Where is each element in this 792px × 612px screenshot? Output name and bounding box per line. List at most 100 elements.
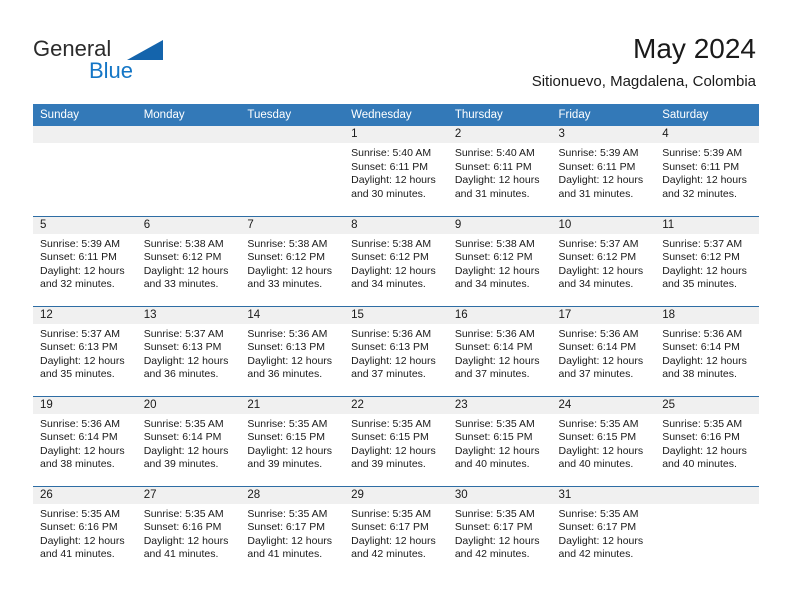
- calendar-day-cell[interactable]: 8 Sunrise: 5:38 AM Sunset: 6:12 PM Daylight…: [344, 215, 448, 306]
- calendar-day-cell[interactable]: 15 Sunrise: 5:36 AM Sunset: 6:13 PM Dayligh…: [344, 305, 448, 396]
- day-details: Sunrise: 5:37 AM Sunset: 6:13 PM Daylight:…: [137, 324, 241, 382]
- daylight-text-line2: and 39 minutes.: [143, 458, 219, 471]
- day-number: 9: [447, 216, 552, 234]
- calendar-day-cell[interactable]: 2 Sunrise: 5:40 AM Sunset: 6:11 PM Daylight…: [447, 126, 552, 216]
- sunrise-text: Sunrise: 5:35 AM: [143, 507, 224, 520]
- calendar-day-cell[interactable]: 5 Sunrise: 5:39 AM Sunset: 6:11 PM Daylight…: [33, 215, 137, 306]
- sunset-text: Sunset: 6:13 PM: [351, 341, 429, 354]
- day-details: Sunrise: 5:39 AM Sunset: 6:11 PM Daylight:…: [552, 143, 656, 201]
- daylight-text-line2: and 40 minutes.: [454, 458, 530, 471]
- sunset-text: Sunset: 6:12 PM: [143, 251, 222, 264]
- calendar-day-cell[interactable]: 31 Sunrise: 5:35 AM Sunset: 6:17 PM Dayligh…: [551, 485, 656, 576]
- daylight-text-line1: Daylight: 12 hours: [351, 534, 436, 547]
- daylight-text-line2: and 31 minutes.: [558, 187, 634, 200]
- calendar-day-cell-empty: [136, 126, 241, 216]
- sunrise-sunset-calendar: Sunday Monday Tuesday Wednesday Thursday…: [33, 104, 759, 576]
- daylight-text-line1: Daylight: 12 hours: [351, 264, 436, 277]
- calendar-day-cell[interactable]: 18 Sunrise: 5:36 AM Sunset: 6:14 PM Dayligh…: [655, 305, 759, 396]
- sunrise-text: Sunrise: 5:37 AM: [40, 327, 120, 340]
- day-number: 7: [240, 216, 345, 234]
- day-details: Sunrise: 5:36 AM Sunset: 6:13 PM Daylight:…: [344, 324, 448, 382]
- day-number: [655, 486, 759, 504]
- calendar-day-cell[interactable]: 26 Sunrise: 5:35 AM Sunset: 6:16 PM Dayligh…: [33, 485, 137, 576]
- calendar-day-cell[interactable]: 24 Sunrise: 5:35 AM Sunset: 6:15 PM Dayligh…: [551, 395, 656, 486]
- general-blue-logo[interactable]: General Blue: [33, 36, 233, 86]
- calendar-day-cell[interactable]: 30 Sunrise: 5:35 AM Sunset: 6:17 PM Dayligh…: [447, 485, 552, 576]
- calendar-day-cell[interactable]: 29 Sunrise: 5:35 AM Sunset: 6:17 PM Dayligh…: [344, 485, 448, 576]
- calendar-day-cell[interactable]: 11 Sunrise: 5:37 AM Sunset: 6:12 PM Dayligh…: [655, 215, 759, 306]
- calendar-day-cell[interactable]: 10 Sunrise: 5:37 AM Sunset: 6:12 PM Dayligh…: [551, 215, 656, 306]
- sunset-text: Sunset: 6:16 PM: [662, 431, 740, 444]
- day-number: 30: [447, 486, 552, 504]
- day-details: Sunrise: 5:35 AM Sunset: 6:15 PM Daylight:…: [448, 414, 552, 472]
- calendar-day-cell[interactable]: 22 Sunrise: 5:35 AM Sunset: 6:15 PM Dayligh…: [344, 395, 448, 486]
- day-details: Sunrise: 5:38 AM Sunset: 6:12 PM Daylight:…: [448, 234, 552, 292]
- calendar-day-cell[interactable]: 17 Sunrise: 5:36 AM Sunset: 6:14 PM Dayligh…: [551, 305, 656, 396]
- sunset-text: Sunset: 6:12 PM: [247, 251, 326, 264]
- calendar-day-cell[interactable]: 19 Sunrise: 5:36 AM Sunset: 6:14 PM Dayligh…: [33, 395, 137, 486]
- daylight-text-line2: and 37 minutes.: [351, 368, 426, 381]
- daylight-text-line1: Daylight: 12 hours: [143, 534, 229, 547]
- calendar-day-cell[interactable]: 25 Sunrise: 5:35 AM Sunset: 6:16 PM Dayligh…: [655, 395, 759, 486]
- calendar-day-cell[interactable]: 21 Sunrise: 5:35 AM Sunset: 6:15 PM Dayligh…: [240, 395, 345, 486]
- day-number: 21: [240, 396, 345, 414]
- sunrise-text: Sunrise: 5:38 AM: [351, 237, 432, 250]
- calendar-day-cell[interactable]: 27 Sunrise: 5:35 AM Sunset: 6:16 PM Dayligh…: [136, 485, 241, 576]
- calendar-day-cell[interactable]: 23 Sunrise: 5:35 AM Sunset: 6:15 PM Dayligh…: [447, 395, 552, 486]
- day-number: 10: [551, 216, 656, 234]
- sunset-text: Sunset: 6:16 PM: [40, 521, 118, 534]
- daylight-text-line2: and 41 minutes.: [247, 548, 323, 561]
- day-number: 28: [240, 486, 345, 504]
- sunset-text: Sunset: 6:11 PM: [558, 160, 636, 173]
- day-details: Sunrise: 5:35 AM Sunset: 6:16 PM Daylight:…: [655, 414, 759, 472]
- sunset-text: Sunset: 6:11 PM: [40, 251, 117, 264]
- calendar-day-cell[interactable]: 1 Sunrise: 5:40 AM Sunset: 6:11 PM Daylight…: [344, 126, 448, 216]
- calendar-day-cell[interactable]: 9 Sunrise: 5:38 AM Sunset: 6:12 PM Daylight…: [447, 215, 552, 306]
- daylight-text-line1: Daylight: 12 hours: [40, 444, 125, 457]
- sunset-text: Sunset: 6:13 PM: [247, 341, 326, 354]
- calendar-week-row: 12 Sunrise: 5:37 AM Sunset: 6:13 PM Dayligh…: [33, 305, 759, 396]
- day-number: 20: [136, 396, 241, 414]
- day-number: 17: [551, 306, 656, 324]
- sunrise-text: Sunrise: 5:35 AM: [247, 507, 328, 520]
- daylight-text-line1: Daylight: 12 hours: [454, 534, 540, 547]
- calendar-day-cell[interactable]: 28 Sunrise: 5:35 AM Sunset: 6:17 PM Dayligh…: [240, 485, 345, 576]
- sunset-text: Sunset: 6:16 PM: [143, 521, 222, 534]
- sunrise-text: Sunrise: 5:36 AM: [40, 417, 120, 430]
- day-number: 19: [33, 396, 137, 414]
- calendar-day-cell[interactable]: 20 Sunrise: 5:35 AM Sunset: 6:14 PM Dayligh…: [136, 395, 241, 486]
- weekday-header-wednesday: Wednesday: [344, 104, 448, 126]
- sunset-text: Sunset: 6:14 PM: [143, 431, 222, 444]
- calendar-week-row: 19 Sunrise: 5:36 AM Sunset: 6:14 PM Dayligh…: [33, 395, 759, 486]
- weekday-header-thursday: Thursday: [447, 104, 552, 126]
- calendar-day-cell[interactable]: 14 Sunrise: 5:36 AM Sunset: 6:13 PM Dayligh…: [240, 305, 345, 396]
- day-details: Sunrise: 5:38 AM Sunset: 6:12 PM Daylight:…: [240, 234, 344, 292]
- calendar-day-cell[interactable]: 16 Sunrise: 5:36 AM Sunset: 6:14 PM Dayligh…: [447, 305, 552, 396]
- daylight-text-line1: Daylight: 12 hours: [662, 354, 747, 367]
- calendar-week-row: 1 Sunrise: 5:40 AM Sunset: 6:11 PM Daylight…: [33, 126, 759, 216]
- weekday-header-friday: Friday: [551, 104, 656, 126]
- calendar-day-cell[interactable]: 13 Sunrise: 5:37 AM Sunset: 6:13 PM Dayligh…: [136, 305, 241, 396]
- sunrise-text: Sunrise: 5:37 AM: [143, 327, 224, 340]
- daylight-text-line2: and 35 minutes.: [40, 368, 115, 381]
- sunset-text: Sunset: 6:14 PM: [454, 341, 533, 354]
- day-number: 16: [447, 306, 552, 324]
- daylight-text-line2: and 38 minutes.: [662, 368, 737, 381]
- day-details: Sunrise: 5:36 AM Sunset: 6:14 PM Daylight:…: [448, 324, 552, 382]
- calendar-day-cell[interactable]: 4 Sunrise: 5:39 AM Sunset: 6:11 PM Daylight…: [655, 126, 759, 216]
- daylight-text-line2: and 31 minutes.: [454, 187, 530, 200]
- sunrise-text: Sunrise: 5:36 AM: [247, 327, 328, 340]
- calendar-day-cell[interactable]: 3 Sunrise: 5:39 AM Sunset: 6:11 PM Daylight…: [551, 126, 656, 216]
- calendar-day-cell[interactable]: 12 Sunrise: 5:37 AM Sunset: 6:13 PM Dayligh…: [33, 305, 137, 396]
- day-details: Sunrise: 5:35 AM Sunset: 6:14 PM Daylight:…: [137, 414, 241, 472]
- day-number: [33, 126, 137, 143]
- day-details: Sunrise: 5:35 AM Sunset: 6:16 PM Daylight:…: [33, 504, 137, 562]
- daylight-text-line2: and 34 minutes.: [454, 278, 530, 291]
- day-number: 27: [136, 486, 241, 504]
- sunrise-text: Sunrise: 5:35 AM: [558, 417, 639, 430]
- daylight-text-line1: Daylight: 12 hours: [351, 354, 436, 367]
- day-details: Sunrise: 5:35 AM Sunset: 6:17 PM Daylight:…: [344, 504, 448, 562]
- calendar-day-cell[interactable]: 6 Sunrise: 5:38 AM Sunset: 6:12 PM Daylight…: [136, 215, 241, 306]
- sunset-text: Sunset: 6:13 PM: [143, 341, 222, 354]
- calendar-day-cell[interactable]: 7 Sunrise: 5:38 AM Sunset: 6:12 PM Daylight…: [240, 215, 345, 306]
